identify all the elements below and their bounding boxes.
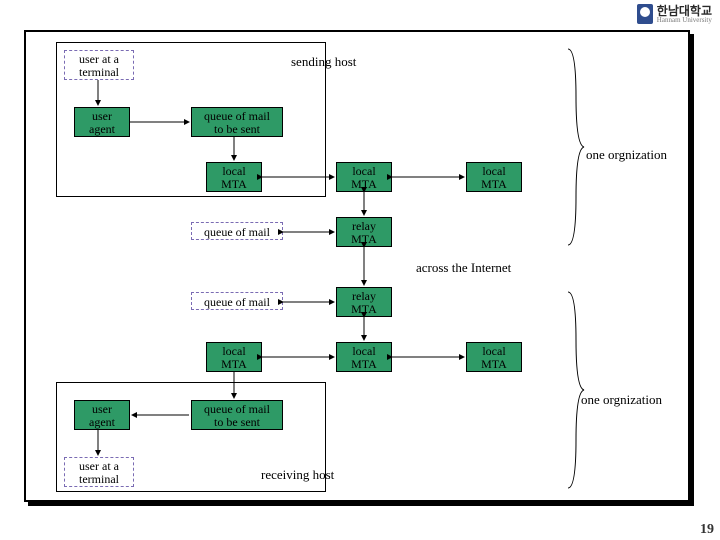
user-terminal-top: user at a terminal	[64, 50, 134, 80]
queue-top: queue of mail to be sent	[191, 107, 283, 137]
receiving-host-label: receiving host	[261, 467, 334, 483]
relay-mta-1: relay MTA	[336, 217, 392, 247]
brace-top	[566, 47, 586, 247]
brace-bottom	[566, 290, 586, 490]
diagram-frame: user at a terminal sending host user age…	[24, 30, 690, 502]
university-logo: 한남대학교 Hannam University	[637, 4, 712, 24]
shield-icon	[637, 4, 653, 24]
queue-of-mail-2: queue of mail	[191, 292, 283, 310]
relay-mta-2: relay MTA	[336, 287, 392, 317]
user-terminal-bottom: user at a terminal	[64, 457, 134, 487]
local-mta-top-2: local MTA	[336, 162, 392, 192]
local-mta-top-3: local MTA	[466, 162, 522, 192]
local-mta-bottom-2: local MTA	[336, 342, 392, 372]
across-internet-label: across the Internet	[416, 260, 511, 276]
user-agent-bottom: user agent	[74, 400, 130, 430]
org-label-top: one orgnization	[586, 147, 667, 163]
logo-text-en: Hannam University	[657, 17, 712, 24]
local-mta-bottom-1: local MTA	[206, 342, 262, 372]
org-label-bottom: one orgnization	[581, 392, 662, 408]
queue-bottom: queue of mail to be sent	[191, 400, 283, 430]
queue-of-mail-1: queue of mail	[191, 222, 283, 240]
user-agent-top: user agent	[74, 107, 130, 137]
local-mta-bottom-3: local MTA	[466, 342, 522, 372]
logo-text-kr: 한남대학교	[657, 5, 712, 17]
sending-host-label: sending host	[291, 54, 356, 70]
page-number: 19	[700, 522, 714, 538]
local-mta-top-1: local MTA	[206, 162, 262, 192]
